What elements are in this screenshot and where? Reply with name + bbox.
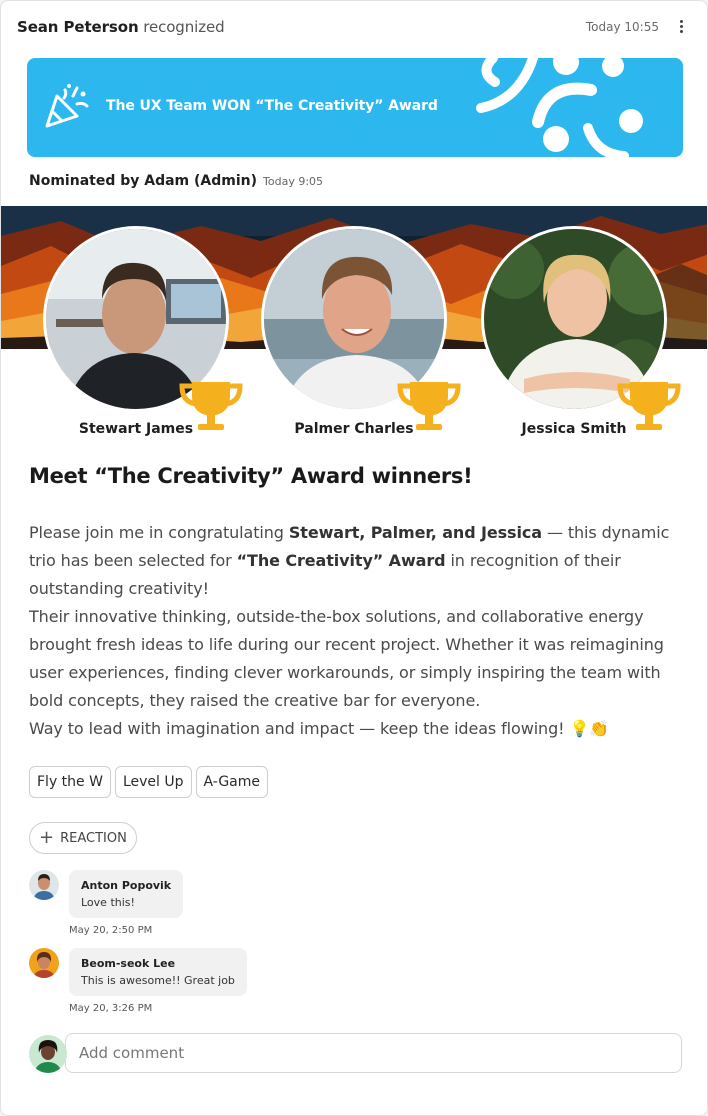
winner-name[interactable]: Stewart James xyxy=(43,421,229,437)
nominated-by-text: Nominated by Adam (Admin) xyxy=(29,173,258,189)
award-banner: The UX Team WON “The Creativity” Award xyxy=(27,58,683,157)
plus-icon: + xyxy=(39,827,55,848)
post-header: Sean Peterson recognized xyxy=(17,18,225,36)
winner-card: Jessica Smith xyxy=(481,226,681,456)
comment-bubble: Beom-seok Lee This is awesome!! Great jo… xyxy=(69,948,247,996)
body-text: Please join me in congratulating xyxy=(29,523,289,542)
winner-card: Stewart James xyxy=(43,226,243,456)
winner-card: Palmer Charles xyxy=(261,226,461,456)
body-bold-names: Stewart, Palmer, and Jessica xyxy=(288,523,542,542)
winner-name[interactable]: Palmer Charles xyxy=(261,421,447,437)
comment-text: Love this! xyxy=(81,896,135,909)
comment-date: May 20, 3:26 PM xyxy=(69,1003,153,1014)
commenter-avatar[interactable] xyxy=(29,948,59,978)
tag-chip[interactable]: Fly the W xyxy=(29,766,111,798)
author-name[interactable]: Sean Peterson xyxy=(17,18,139,36)
nomination-time: Today 9:05 xyxy=(263,175,324,188)
post-action: recognized xyxy=(143,18,225,36)
banner-decoration xyxy=(476,58,643,157)
tag-chip[interactable]: A-Game xyxy=(195,766,269,798)
tag-list: Fly the W Level Up A-Game xyxy=(29,766,269,798)
commenter-avatar[interactable] xyxy=(29,870,59,900)
add-comment-input[interactable] xyxy=(65,1033,682,1073)
current-user-avatar[interactable] xyxy=(29,1035,67,1073)
add-comment-row xyxy=(29,1033,682,1073)
add-reaction-button[interactable]: + REACTION xyxy=(29,822,137,854)
award-title: The UX Team WON “The Creativity” Award xyxy=(106,98,438,114)
tag-chip[interactable]: Level Up xyxy=(114,766,192,798)
party-popper-icon xyxy=(45,84,89,128)
more-options-icon[interactable] xyxy=(677,18,685,36)
comment-author[interactable]: Anton Popovik xyxy=(81,879,171,892)
post-timestamp: Today 10:55 xyxy=(585,20,659,34)
post-body: Please join me in congratulating Stewart… xyxy=(29,519,679,743)
reaction-label: REACTION xyxy=(60,830,127,846)
nominated-by: Nominated by Adam (Admin) Today 9:05 xyxy=(29,173,323,189)
comment-text: This is awesome!! Great job xyxy=(81,974,235,987)
comment-author[interactable]: Beom-seok Lee xyxy=(81,957,235,970)
body-paragraph: Way to lead with imagination and impact … xyxy=(29,719,610,738)
post-heading: Meet “The Creativity” Award winners! xyxy=(29,464,473,488)
winner-name[interactable]: Jessica Smith xyxy=(481,421,667,437)
recognition-post-card: Sean Peterson recognized Today 10:55 The… xyxy=(0,0,708,1116)
comment-date: May 20, 2:50 PM xyxy=(69,925,153,936)
comment-bubble: Anton Popovik Love this! xyxy=(69,870,184,918)
body-bold-award: “The Creativity” Award xyxy=(236,551,446,570)
body-paragraph: Their innovative thinking, outside-the-b… xyxy=(29,607,664,710)
